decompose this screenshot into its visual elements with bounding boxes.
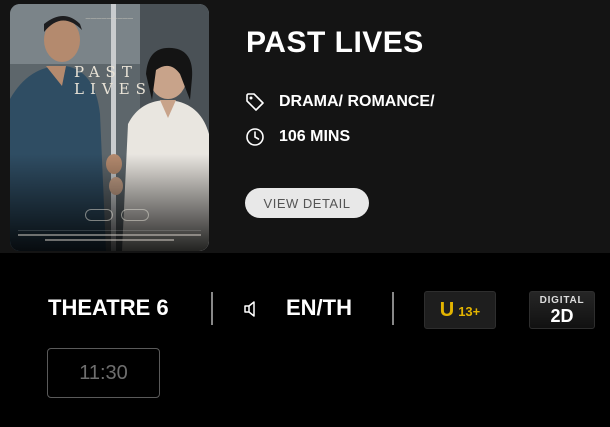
poster-credits xyxy=(18,230,201,244)
poster-title-line1: PAST xyxy=(74,63,138,81)
laurel-badge xyxy=(85,209,113,221)
poster-title: PAST LIVES xyxy=(74,64,154,98)
movie-title: PAST LIVES xyxy=(246,26,424,59)
duration-text: 106 MINS xyxy=(279,128,351,145)
poster-title-line2: LIVES xyxy=(74,80,152,98)
rating-age: 13+ xyxy=(458,303,481,319)
divider xyxy=(211,292,213,325)
movie-card: ————————— PAST LIVES PAST LIVES DRAMA/ R… xyxy=(0,0,610,253)
poster-laurels xyxy=(82,209,152,221)
movie-showtime-page: ————————— PAST LIVES PAST LIVES DRAMA/ R… xyxy=(0,0,610,427)
duration-row: 106 MINS xyxy=(245,127,350,147)
movie-poster[interactable]: ————————— PAST LIVES xyxy=(10,4,209,251)
language-label: EN/TH xyxy=(286,295,352,320)
speaker-icon xyxy=(244,301,255,317)
view-detail-button[interactable]: VIEW DETAIL xyxy=(245,188,369,218)
genre-row: DRAMA/ ROMANCE/ xyxy=(245,92,435,112)
format-badge: DIGITAL 2D xyxy=(529,291,595,329)
genre-text: DRAMA/ ROMANCE/ xyxy=(279,93,435,110)
theatre-label: THEATRE 6 xyxy=(48,295,169,320)
laurel-badge xyxy=(121,209,149,221)
showtime-button[interactable]: 11:30 xyxy=(47,348,160,398)
age-rating-badge: U 13+ xyxy=(424,291,496,329)
format-dimension: 2D xyxy=(550,305,574,326)
format-type: DIGITAL xyxy=(539,294,585,306)
divider xyxy=(392,292,394,325)
tag-icon xyxy=(246,93,264,111)
poster-tagline: ————————— xyxy=(85,16,134,22)
clock-icon xyxy=(246,128,264,146)
rating-letter: U xyxy=(439,298,455,321)
